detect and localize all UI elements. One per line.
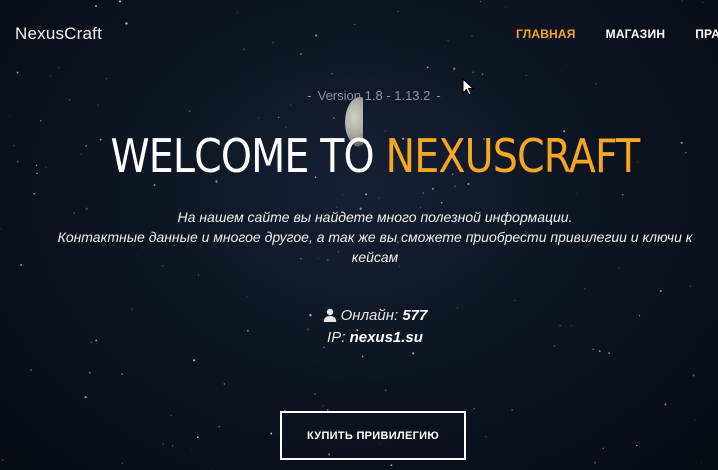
buy-privilege-button[interactable]: КУПИТЬ ПРИВИЛЕГИЮ [280, 411, 466, 460]
server-status: Онлайн: 577 IP: nexus1.su [0, 305, 718, 349]
version-text: Version 1.8 - 1.13.2 [317, 88, 431, 103]
ip-label: IP: [327, 329, 346, 346]
online-row: Онлайн: 577 [0, 305, 718, 327]
nav-item-rules[interactable]: ПРАВИ [695, 27, 718, 41]
version-info: - Version 1.8 - 1.13.2- [307, 88, 441, 103]
title-prefix: WELCOME TO [110, 129, 374, 183]
brand-logo[interactable]: NexusCraft [15, 24, 102, 44]
nav-item-shop[interactable]: МАГАЗИН [606, 27, 666, 41]
page-title: WELCOME TO NEXUSCRAFT [53, 126, 698, 186]
nav-item-home[interactable]: ГЛАВНАЯ [516, 27, 576, 41]
ip-row: IP: nexus1.su [0, 327, 718, 349]
online-label: Онлайн: [340, 307, 399, 324]
hero-description: На нашем сайте вы найдете много полезной… [0, 207, 718, 267]
ip-value[interactable]: nexus1.su [350, 329, 423, 346]
main-nav: ГЛАВНАЯ МАГАЗИН ПРАВИ [516, 27, 718, 41]
description-line: На нашем сайте вы найдете много полезной… [177, 209, 573, 225]
title-accent: NEXUSCRAFT [385, 129, 641, 183]
user-icon [323, 308, 336, 322]
description-line: кейсам [351, 249, 399, 265]
description-line: Контактные данные и многое другое, а так… [57, 229, 693, 245]
online-count: 577 [402, 307, 428, 324]
